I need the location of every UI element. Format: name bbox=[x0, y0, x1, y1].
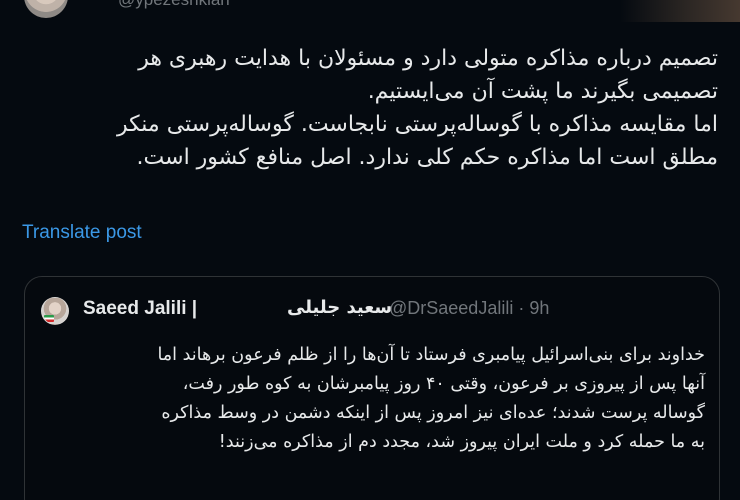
tweet-text-line: تصمیمی بگیرند ما پشت آن می‌ایستیم. bbox=[367, 79, 718, 104]
author-handle[interactable]: @ypezeshkian bbox=[118, 0, 230, 10]
quoted-author-handle-time[interactable]: @DrSaeedJalili · 9h bbox=[389, 298, 549, 319]
translate-post-link[interactable]: Translate post bbox=[22, 222, 142, 244]
quoted-author-name-persian[interactable]: سعید جلیلی bbox=[287, 297, 392, 318]
tweet-text-line: تصمیم درباره مذاکره متولی دارد و مسئولان… bbox=[138, 46, 718, 71]
quoted-text-line: آنها پس از پیروزی بر فرعون، وقتی ۴۰ روز … bbox=[182, 374, 705, 394]
tweet-header: @ypezeshkian bbox=[0, 0, 740, 22]
quoted-text-line: خداوند برای بنی‌اسرائیل پیامبری فرستاد ت… bbox=[157, 345, 705, 365]
tweet-view: @ypezeshkian تصمیم درباره مذاکره متولی د… bbox=[0, 0, 740, 500]
quoted-tweet-card[interactable]: Saeed Jalili | سعید جلیلی @DrSaeedJalili… bbox=[24, 276, 720, 500]
author-avatar[interactable] bbox=[24, 0, 68, 18]
quoted-text-line: گوساله پرست شدند؛ عده‌ای نیز امروز پس از… bbox=[161, 403, 705, 423]
header-decoration bbox=[620, 0, 740, 22]
tweet-text-line: اما مقایسه مذاکره با گوساله‌پرستی نابجاس… bbox=[116, 112, 718, 137]
quoted-tweet-text: خداوند برای بنی‌اسرائیل پیامبری فرستاد ت… bbox=[39, 341, 705, 457]
quoted-tweet-header: Saeed Jalili | سعید جلیلی @DrSaeedJalili… bbox=[41, 297, 701, 325]
quoted-author-name[interactable]: Saeed Jalili | bbox=[83, 298, 197, 320]
tweet-text-line: مطلق است اما مذاکره حکم کلی ندارد. اصل م… bbox=[136, 145, 718, 170]
quoted-text-line: به ما حمله کرد و ملت ایران پیروز شد، مجد… bbox=[218, 432, 705, 452]
quoted-author-avatar[interactable] bbox=[41, 297, 69, 325]
tweet-text: تصمیم درباره مذاکره متولی دارد و مسئولان… bbox=[18, 42, 718, 174]
